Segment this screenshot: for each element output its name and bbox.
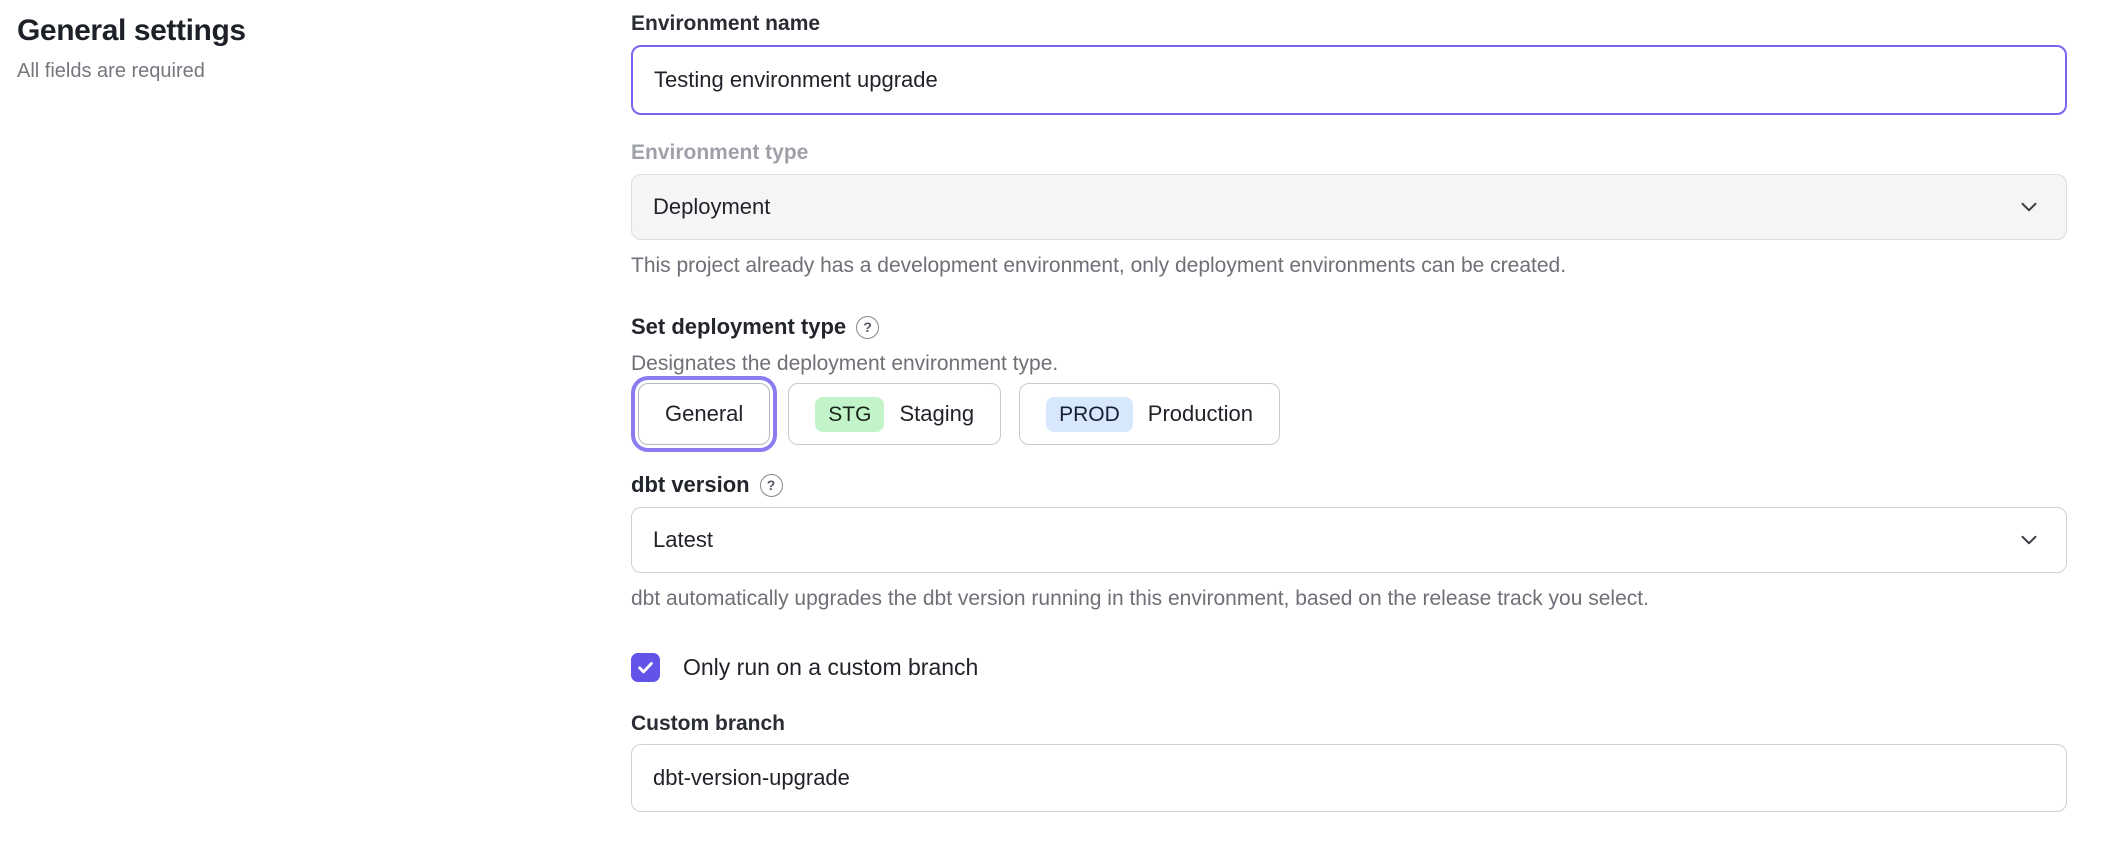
dbt-version-value: Latest <box>653 527 713 553</box>
deployment-type-staging-label: Staging <box>899 401 974 427</box>
environment-type-select[interactable]: Deployment <box>631 174 2067 240</box>
environment-name-input[interactable] <box>631 45 2067 115</box>
settings-header: General settings All fields are required <box>0 0 631 812</box>
custom-branch-label: Custom branch <box>631 712 2067 736</box>
deployment-type-production-label: Production <box>1148 401 1253 427</box>
custom-branch-checkbox-label: Only run on a custom branch <box>683 654 978 681</box>
environment-name-label: Environment name <box>631 12 2067 36</box>
chevron-down-icon <box>2016 194 2042 220</box>
page-title: General settings <box>17 14 631 48</box>
chevron-down-icon <box>2016 527 2042 553</box>
deployment-type-helper: Designates the deployment environment ty… <box>631 352 2067 376</box>
environment-type-value: Deployment <box>653 194 770 220</box>
deployment-type-options: General STG Staging PROD Production <box>631 383 2067 445</box>
deployment-type-section: Set deployment type ? <box>631 314 2067 340</box>
dbt-version-select[interactable]: Latest <box>631 507 2067 573</box>
deployment-type-production-button[interactable]: PROD Production <box>1019 383 1280 445</box>
environment-type-label: Environment type <box>631 141 2067 165</box>
settings-page: General settings All fields are required… <box>0 0 2116 812</box>
deployment-type-general-label: General <box>665 401 743 427</box>
environment-type-helper: This project already has a development e… <box>631 254 2067 278</box>
prod-badge: PROD <box>1046 397 1133 432</box>
custom-branch-input[interactable] <box>631 744 2067 812</box>
dbt-version-label: dbt version <box>631 472 750 498</box>
dbt-version-section: dbt version ? <box>631 472 2067 498</box>
check-icon <box>636 658 655 677</box>
deployment-type-general-button[interactable]: General <box>638 383 770 445</box>
page-subtitle: All fields are required <box>17 60 631 83</box>
deployment-type-label: Set deployment type <box>631 314 846 340</box>
stg-badge: STG <box>815 397 884 432</box>
custom-branch-checkbox-row: Only run on a custom branch <box>631 653 2067 682</box>
help-icon[interactable]: ? <box>856 316 879 339</box>
settings-form: Environment name Environment type Deploy… <box>631 0 2067 812</box>
deployment-type-staging-button[interactable]: STG Staging <box>788 383 1001 445</box>
help-icon[interactable]: ? <box>760 474 783 497</box>
custom-branch-checkbox[interactable] <box>631 653 660 682</box>
dbt-version-helper: dbt automatically upgrades the dbt versi… <box>631 587 2067 611</box>
